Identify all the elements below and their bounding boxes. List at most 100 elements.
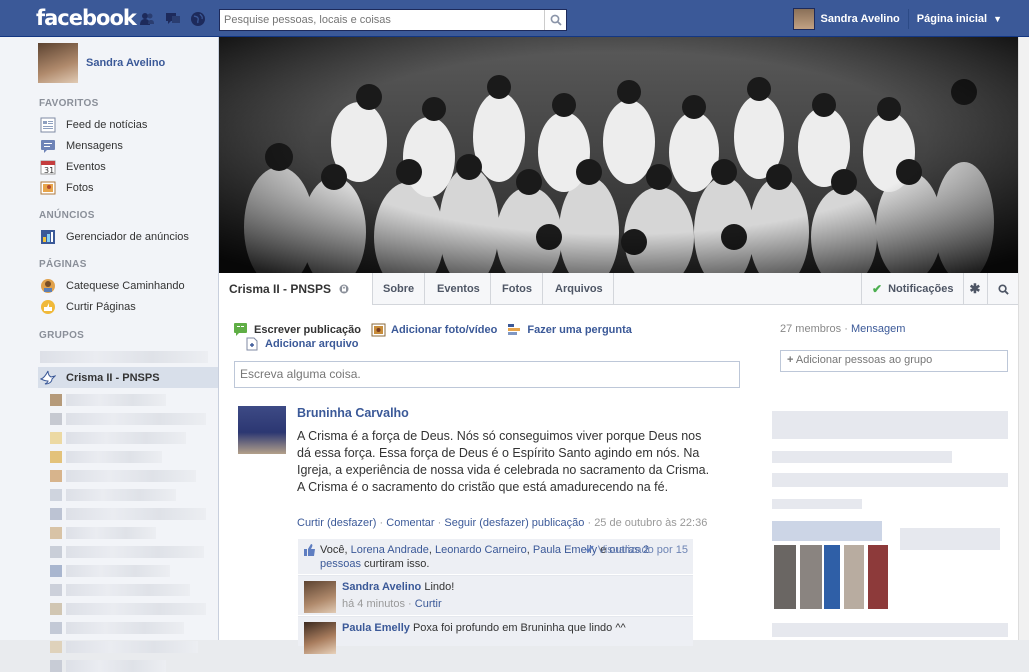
blurred-group-item bbox=[66, 413, 206, 425]
settings-button[interactable]: ✱ bbox=[963, 273, 988, 305]
blurred-group-item bbox=[66, 546, 204, 558]
blurred-photo bbox=[844, 545, 864, 609]
likes-suffix: curtiram isso. bbox=[364, 558, 429, 570]
home-link[interactable]: Página inicial bbox=[909, 13, 993, 25]
friend-requests-icon[interactable] bbox=[139, 11, 155, 27]
comment-link[interactable]: Comentar bbox=[386, 517, 434, 529]
group-search-button[interactable] bbox=[988, 273, 1018, 305]
top-bar: facebook Sandra Avelino Página inicial ▼ bbox=[0, 0, 1029, 37]
write-something-input[interactable]: Escreva alguma coisa. bbox=[234, 361, 740, 388]
profile-picture[interactable] bbox=[38, 43, 78, 83]
add-people-input[interactable]: + Adicionar pessoas ao grupo bbox=[780, 350, 1008, 372]
favorites-heading: FAVORITOS bbox=[39, 98, 99, 109]
blurred-icon bbox=[50, 546, 62, 558]
group-name-tab[interactable]: Crisma II - PNSPS bbox=[219, 273, 373, 305]
blurred-icon bbox=[50, 470, 62, 482]
tab-fotos[interactable]: Fotos bbox=[492, 273, 543, 305]
gear-icon: ✱ bbox=[970, 281, 981, 297]
search-input[interactable] bbox=[220, 10, 540, 30]
blurred-suggestions bbox=[900, 528, 1000, 550]
add-file-button[interactable]: Adicionar arquivo bbox=[246, 337, 359, 351]
account-menu-caret-icon[interactable]: ▼ bbox=[993, 14, 1029, 24]
pages-heading: PÁGINAS bbox=[39, 259, 87, 270]
follow-post-link[interactable]: Seguir (desfazer) publicação bbox=[444, 517, 584, 529]
like-link[interactable]: Curtir (desfazer) bbox=[297, 517, 376, 529]
sidebar-item-messages[interactable]: Mensagens bbox=[40, 136, 123, 156]
tab-arquivos[interactable]: Arquivos bbox=[545, 273, 614, 305]
seen-check-icon: ✔ bbox=[585, 544, 594, 556]
post-author-name[interactable]: Bruninha Carvalho bbox=[297, 406, 409, 420]
sidebar-item-crisma-group-label[interactable]: Crisma II - PNSPS bbox=[40, 367, 160, 388]
group-dove-icon bbox=[40, 370, 56, 386]
search-box[interactable] bbox=[219, 9, 567, 31]
sidebar-item-photos[interactable]: Fotos bbox=[40, 178, 94, 198]
sidebar-item-label: Eventos bbox=[66, 161, 106, 173]
sidebar-item-catequese[interactable]: Catequese Caminhando bbox=[40, 276, 185, 296]
likes-you: Você, bbox=[320, 544, 348, 556]
members-count[interactable]: 27 membros bbox=[780, 323, 841, 335]
sidebar-item-label: Feed de notícias bbox=[66, 119, 147, 131]
blurred-icon bbox=[50, 451, 62, 463]
plus-icon: + bbox=[787, 354, 793, 366]
post-timestamp[interactable]: 25 de outubro às 22:36 bbox=[594, 517, 707, 529]
ads-manager-icon bbox=[40, 229, 56, 245]
ask-question-label: Fazer uma pergunta bbox=[527, 324, 632, 336]
sidebar-item-ads-manager[interactable]: Gerenciador de anúncios bbox=[40, 227, 189, 247]
sidebar-profile[interactable]: Sandra Avelino bbox=[38, 43, 165, 83]
blurred-group-item bbox=[66, 394, 166, 406]
top-right-nav: Sandra Avelino Página inicial ▼ bbox=[793, 0, 1029, 37]
group-cover-photo[interactable] bbox=[219, 37, 1018, 273]
comment-meta: há 4 minutos · Curtir bbox=[342, 598, 442, 610]
left-sidebar: Sandra Avelino FAVORITOS Feed de notícia… bbox=[0, 37, 219, 640]
commenter-avatar[interactable] bbox=[304, 581, 336, 613]
liker-link[interactable]: Lorena Andrade bbox=[351, 544, 429, 556]
notifications-button[interactable]: ✔ Notificações bbox=[861, 273, 964, 305]
commenter-name[interactable]: Sandra Avelino bbox=[342, 581, 421, 593]
likes-summary: Você, Lorena Andrade, Leonardo Carneiro,… bbox=[298, 539, 693, 574]
comment-like-link[interactable]: Curtir bbox=[415, 598, 442, 610]
commenter-avatar[interactable] bbox=[304, 622, 336, 654]
post-actions: Curtir (desfazer) · Comentar · Seguir (d… bbox=[297, 517, 707, 529]
sidebar-item-events[interactable]: 31 Eventos bbox=[40, 157, 106, 177]
messages-icon bbox=[40, 138, 56, 154]
page-icon bbox=[40, 278, 56, 294]
notifications-globe-icon[interactable] bbox=[190, 11, 206, 27]
blurred-group-item bbox=[66, 565, 170, 577]
profile-link[interactable]: Sandra Avelino bbox=[821, 13, 908, 25]
blurred-photo bbox=[824, 545, 840, 609]
comment-item: Sandra Avelino Lindo! há 4 minutos · Cur… bbox=[298, 575, 693, 615]
sidebar-profile-name[interactable]: Sandra Avelino bbox=[86, 57, 165, 69]
blurred-group-item bbox=[66, 470, 196, 482]
blurred-group-item bbox=[66, 432, 186, 444]
cover-photo-image bbox=[219, 37, 1018, 273]
blurred-icon bbox=[50, 660, 62, 672]
comment-content: Paula Emelly Poxa foi profundo em Brunin… bbox=[342, 622, 626, 634]
comment-time[interactable]: há 4 minutos bbox=[342, 598, 405, 610]
messages-icon[interactable] bbox=[165, 11, 181, 27]
blurred-group-item bbox=[66, 584, 190, 596]
commenter-name[interactable]: Paula Emelly bbox=[342, 622, 410, 634]
liker-link[interactable]: Leonardo Carneiro bbox=[435, 544, 527, 556]
write-post-button[interactable]: Escrever publicação bbox=[234, 323, 361, 337]
separator-dot: · bbox=[844, 323, 851, 335]
lock-icon bbox=[339, 284, 349, 294]
sidebar-item-like-pages[interactable]: Curtir Páginas bbox=[40, 297, 136, 317]
post-author-avatar[interactable] bbox=[238, 406, 286, 454]
tab-eventos[interactable]: Eventos bbox=[427, 273, 491, 305]
add-photo-button[interactable]: Adicionar foto/vídeo bbox=[371, 323, 497, 337]
sidebar-item-news-feed[interactable]: Feed de notícias bbox=[40, 115, 147, 135]
seen-by[interactable]: ✔ Visualizado por 15 bbox=[585, 543, 688, 557]
like-pages-icon bbox=[40, 299, 56, 315]
page-scrollbar[interactable] bbox=[1018, 37, 1029, 640]
question-poll-icon bbox=[507, 323, 522, 337]
message-link[interactable]: Mensagem bbox=[851, 323, 905, 335]
blurred-icon bbox=[50, 565, 62, 577]
blurred-icon bbox=[50, 641, 62, 653]
comment-text: Lindo! bbox=[424, 581, 454, 593]
facebook-logo[interactable]: facebook bbox=[36, 6, 136, 30]
search-button[interactable] bbox=[544, 10, 566, 30]
tab-sobre[interactable]: Sobre bbox=[373, 273, 425, 305]
user-avatar[interactable] bbox=[793, 8, 815, 30]
comment-item: Paula Emelly Poxa foi profundo em Brunin… bbox=[298, 616, 693, 646]
ask-question-button[interactable]: Fazer uma pergunta bbox=[507, 323, 632, 337]
